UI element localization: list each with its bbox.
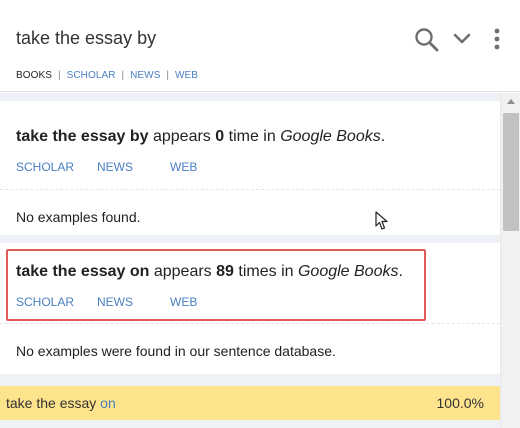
source-name: Google Books xyxy=(280,128,381,145)
mouse-cursor-icon xyxy=(375,211,388,230)
summary-phrase: take the essay on xyxy=(6,395,116,411)
no-examples-message: No examples found. xyxy=(16,209,141,225)
summary-phrase-word: on xyxy=(100,395,116,411)
summary-row[interactable]: take the essay on 100.0% xyxy=(0,386,500,420)
divider xyxy=(0,323,500,324)
count: 0 xyxy=(215,128,225,145)
result-card: take the essay by appears 0 time in Goog… xyxy=(0,101,500,235)
separator: | xyxy=(57,70,61,81)
no-examples-message: No examples were found in our sentence d… xyxy=(16,343,336,359)
scroll-up-arrow-icon[interactable] xyxy=(507,99,515,104)
divider xyxy=(0,189,500,190)
period: . xyxy=(380,128,386,145)
time-in-text: time in xyxy=(228,128,276,145)
summary-percent: 100.0% xyxy=(436,395,484,411)
chevron-down-icon[interactable] xyxy=(452,31,472,47)
separator: | xyxy=(121,70,125,81)
news-link[interactable]: NEWS xyxy=(97,160,133,174)
search-icon[interactable] xyxy=(414,27,440,53)
separator: | xyxy=(166,70,170,81)
annotation-highlight-box xyxy=(6,249,426,321)
tab-news[interactable]: NEWS xyxy=(130,70,160,81)
query-text[interactable]: take the essay by xyxy=(16,28,156,49)
tab-scholar[interactable]: SCHOLAR xyxy=(67,70,116,81)
web-link[interactable]: WEB xyxy=(170,160,197,174)
scroll-thumb[interactable] xyxy=(503,113,519,231)
phrase: take the essay by xyxy=(16,128,149,145)
scrollbar[interactable] xyxy=(500,93,520,428)
summary-phrase-base: take the essay xyxy=(6,395,97,411)
tab-books[interactable]: BOOKS xyxy=(16,70,52,81)
tab-web[interactable]: WEB xyxy=(175,70,198,81)
scholar-link[interactable]: SCHOLAR xyxy=(16,160,74,174)
appears-text: appears xyxy=(152,128,211,145)
search-header: take the essay by BOOKS | SCHOLAR | NEWS… xyxy=(0,0,520,92)
source-tabs: BOOKS | SCHOLAR | NEWS | WEB xyxy=(16,70,198,81)
results-panel: take the essay by appears 0 time in Goog… xyxy=(0,93,500,428)
more-vert-icon[interactable] xyxy=(489,27,505,51)
phrase-count-line: take the essay by appears 0 time in Goog… xyxy=(16,128,385,146)
